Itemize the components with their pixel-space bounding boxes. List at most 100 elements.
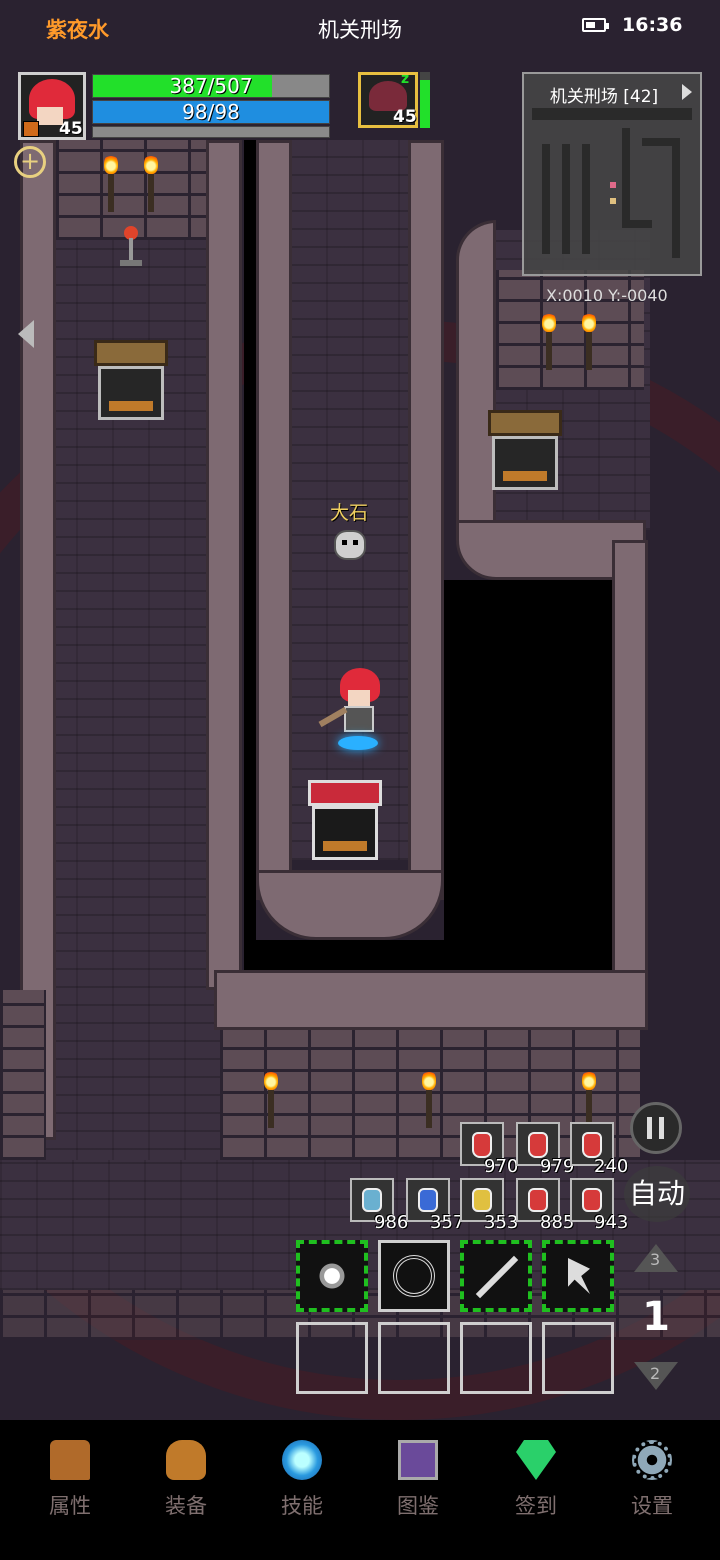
skill-slot-1[interactable] bbox=[296, 1240, 368, 1312]
potion-slot[interactable]: 979 bbox=[516, 1122, 574, 1177]
nav-label: 属性 bbox=[49, 1494, 91, 1518]
potion-slot[interactable]: 240 bbox=[570, 1122, 628, 1177]
clock: 16:36 bbox=[622, 14, 683, 36]
open-chest-right[interactable] bbox=[488, 410, 562, 490]
nav-item-3[interactable]: 图鉴 bbox=[368, 1440, 468, 1520]
red-potion-icon bbox=[582, 1188, 602, 1212]
skill-slot-4[interactable] bbox=[542, 1240, 614, 1312]
nav-item-1[interactable]: 装备 bbox=[136, 1440, 236, 1520]
pause-icon bbox=[647, 1117, 652, 1139]
rim-mid-left bbox=[256, 140, 292, 900]
torch-4 bbox=[582, 312, 596, 370]
rim-bottom bbox=[214, 970, 648, 1030]
orb-icon bbox=[282, 1440, 322, 1480]
fish-icon bbox=[362, 1188, 382, 1212]
potion-count: 240 bbox=[594, 1156, 629, 1177]
nav-label: 装备 bbox=[165, 1494, 207, 1518]
skill-slot-8[interactable] bbox=[542, 1322, 614, 1394]
skill-slot-5[interactable] bbox=[296, 1322, 368, 1394]
elixir-icon bbox=[472, 1188, 492, 1212]
item-count: 353 bbox=[484, 1212, 519, 1233]
rim-pit-right bbox=[612, 540, 648, 1000]
item-count: 986 bbox=[374, 1212, 409, 1233]
status-bar: 紫夜水 机关刑场 16:36 bbox=[0, 0, 720, 56]
floor-up-number: 3 bbox=[650, 1250, 661, 1269]
nav-item-4[interactable]: 签到 bbox=[486, 1440, 586, 1520]
minimap-map bbox=[532, 108, 692, 268]
sleep-z-icon: z bbox=[401, 71, 410, 87]
hp-text: 387/507 bbox=[169, 74, 253, 98]
treasure-chest[interactable] bbox=[308, 780, 382, 860]
potion-slot[interactable]: 970 bbox=[460, 1122, 518, 1177]
auto-button[interactable]: 自动 bbox=[624, 1166, 690, 1222]
minimap-npc-marker bbox=[610, 198, 616, 204]
torch-2 bbox=[144, 154, 158, 212]
item-slot[interactable]: 943 bbox=[570, 1178, 628, 1233]
lever[interactable] bbox=[120, 226, 142, 268]
player-character[interactable] bbox=[318, 668, 400, 768]
collapse-left-arrow-icon[interactable] bbox=[18, 320, 34, 348]
blue-potion-icon bbox=[418, 1188, 438, 1212]
rim-left-inner bbox=[206, 140, 242, 990]
red-potion-icon bbox=[528, 1132, 548, 1158]
void-pit-bottom bbox=[244, 940, 616, 970]
helmet-icon bbox=[50, 1440, 90, 1480]
gem-icon bbox=[516, 1440, 556, 1480]
rim-right-room bbox=[456, 220, 496, 560]
red-potion-icon bbox=[582, 1132, 602, 1158]
item-slot[interactable]: 986 bbox=[350, 1178, 408, 1233]
rim-mid-bottom bbox=[256, 870, 444, 940]
npc-name-label: 大石 bbox=[330, 502, 369, 524]
dash-skill-icon bbox=[568, 1258, 590, 1294]
red-potion-icon bbox=[528, 1188, 548, 1212]
nav-label: 签到 bbox=[515, 1494, 557, 1518]
book-icon bbox=[398, 1440, 438, 1480]
nav-item-2[interactable]: 技能 bbox=[252, 1440, 352, 1520]
claw-skill-icon bbox=[314, 1258, 350, 1294]
rim-mid-right bbox=[408, 140, 444, 900]
mp-text: 98/98 bbox=[182, 100, 240, 124]
gear-icon bbox=[632, 1440, 672, 1480]
companion-hp-fill bbox=[420, 80, 430, 128]
floor-down-number: 2 bbox=[650, 1364, 661, 1383]
arrow-skill-icon bbox=[475, 1255, 519, 1299]
skill-slot-3[interactable] bbox=[460, 1240, 532, 1312]
item-slot[interactable]: 357 bbox=[406, 1178, 464, 1233]
current-floor: 1 bbox=[642, 1294, 670, 1340]
wall-bottom-left bbox=[0, 990, 46, 1160]
floor-down-button[interactable]: 2 bbox=[634, 1362, 678, 1392]
red-potion-icon bbox=[472, 1132, 492, 1158]
nav-item-5[interactable]: 设置 bbox=[602, 1440, 702, 1520]
hp-bar: 387/507 bbox=[92, 74, 330, 98]
floor-up-button[interactable]: 3 bbox=[634, 1244, 678, 1274]
companion-portrait[interactable]: z 45 bbox=[358, 71, 418, 128]
companion-hp-bar bbox=[420, 72, 430, 128]
minimap-expand-icon[interactable] bbox=[682, 84, 692, 100]
pot-icon bbox=[166, 1440, 206, 1480]
minimap[interactable]: 机关刑场 [42] bbox=[522, 72, 702, 276]
auto-label: 自动 bbox=[628, 1177, 685, 1210]
battery-icon bbox=[582, 18, 609, 32]
player-level: 45 bbox=[59, 119, 83, 139]
nav-item-0[interactable]: 属性 bbox=[20, 1440, 120, 1520]
item-slot[interactable]: 885 bbox=[516, 1178, 574, 1233]
pause-button[interactable] bbox=[630, 1102, 682, 1154]
nav-label: 图鉴 bbox=[397, 1494, 439, 1518]
minimap-title: 机关刑场 [42] bbox=[549, 87, 659, 107]
item-slot[interactable]: 353 bbox=[460, 1178, 518, 1233]
mp-bar: 98/98 bbox=[92, 100, 330, 124]
rock-monster[interactable] bbox=[330, 526, 370, 568]
skill-slot-7[interactable] bbox=[460, 1322, 532, 1394]
vortex-skill-icon bbox=[393, 1255, 435, 1297]
skill-slot-6[interactable] bbox=[378, 1322, 450, 1394]
minimap-player-marker bbox=[610, 182, 616, 188]
add-buff-icon[interactable]: + bbox=[14, 146, 46, 178]
skill-slot-2[interactable] bbox=[378, 1240, 450, 1312]
open-chest-left[interactable] bbox=[94, 340, 168, 420]
nav-label: 技能 bbox=[281, 1494, 323, 1518]
exp-bar bbox=[92, 126, 330, 138]
companion-level: 45 bbox=[393, 107, 417, 127]
player-portrait[interactable]: 45 bbox=[18, 72, 86, 140]
void-pit bbox=[444, 580, 614, 970]
nav-label: 设置 bbox=[631, 1494, 673, 1518]
